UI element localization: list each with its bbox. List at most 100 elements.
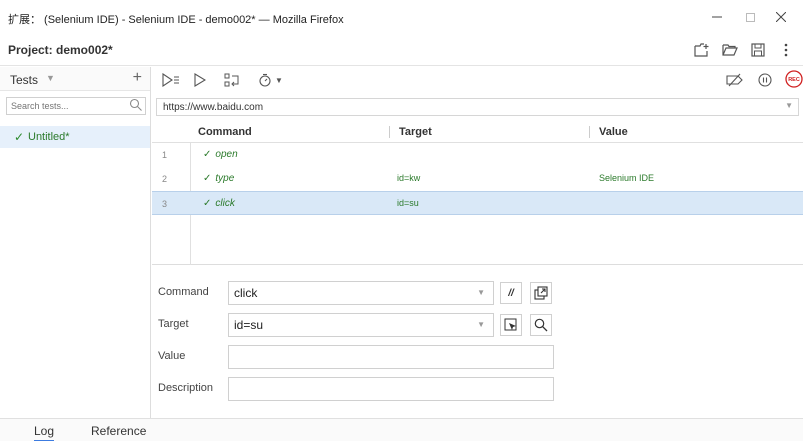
pause-icon bbox=[758, 73, 772, 87]
command-input[interactable] bbox=[229, 282, 469, 304]
row-number: 2 bbox=[162, 174, 168, 184]
find-target-button[interactable] bbox=[530, 314, 552, 336]
tests-dropdown-label[interactable]: Tests bbox=[10, 73, 38, 87]
column-header-target: Target bbox=[399, 126, 432, 138]
command-text: open bbox=[215, 149, 238, 160]
command-dropdown-caret-icon[interactable]: ▼ bbox=[477, 288, 485, 297]
project-title: Project: demo002* bbox=[8, 43, 113, 57]
pause-on-exceptions-button[interactable] bbox=[758, 71, 772, 89]
test-item-label: Untitled* bbox=[28, 131, 70, 143]
close-window-button[interactable] bbox=[766, 6, 796, 28]
kebab-menu-icon bbox=[784, 43, 788, 57]
description-field-box bbox=[228, 377, 554, 401]
table-row-selected[interactable]: 3 ✓ click id=su bbox=[152, 191, 803, 215]
save-project-button[interactable] bbox=[749, 41, 767, 59]
command-text: type bbox=[215, 173, 235, 184]
row-target: id=su bbox=[397, 198, 419, 208]
target-combobox: ▼ bbox=[228, 313, 494, 337]
value-field-box bbox=[228, 345, 554, 369]
row-target: id=kw bbox=[397, 173, 421, 183]
disable-breakpoints-button[interactable] bbox=[726, 71, 744, 89]
record-icon: REC bbox=[785, 70, 803, 88]
test-passed-check-icon: ✓ bbox=[14, 130, 25, 144]
base-url-value: https://www.baidu.com bbox=[163, 102, 264, 113]
maximize-icon bbox=[745, 12, 755, 22]
project-bar: Project: demo002* bbox=[0, 34, 803, 66]
column-header-command: Command bbox=[198, 126, 252, 138]
command-combobox: ▼ bbox=[228, 281, 494, 305]
table-row[interactable]: 2 ✓ type id=kw Selenium IDE bbox=[152, 167, 803, 191]
table-header: Command Target Value bbox=[152, 121, 803, 143]
record-label: REC bbox=[788, 77, 800, 83]
close-icon bbox=[776, 12, 786, 22]
toggle-comment-button[interactable]: // bbox=[500, 282, 522, 304]
project-actions bbox=[693, 41, 795, 59]
column-header-value: Value bbox=[599, 126, 628, 138]
play-icon bbox=[194, 73, 206, 87]
row-value: Selenium IDE bbox=[599, 173, 655, 183]
open-project-button[interactable] bbox=[721, 41, 739, 59]
speed-caret-icon: ▼ bbox=[275, 75, 283, 85]
search-icon bbox=[534, 318, 548, 332]
tests-header: Tests ▼ + bbox=[0, 67, 150, 91]
maximize-button[interactable] bbox=[735, 6, 765, 28]
tab-reference[interactable]: Reference bbox=[91, 424, 146, 438]
row-command: ✓ type bbox=[203, 173, 234, 184]
column-divider[interactable] bbox=[589, 126, 590, 138]
command-check-icon: ✓ bbox=[203, 149, 212, 160]
title-bar: 扩展： (Selenium IDE) - Selenium IDE - demo… bbox=[0, 0, 803, 34]
command-label: Command bbox=[158, 286, 209, 298]
comment-icon: // bbox=[508, 287, 514, 299]
base-url-field[interactable]: https://www.baidu.com ▼ bbox=[156, 98, 799, 116]
new-project-icon bbox=[694, 43, 709, 57]
add-test-button[interactable]: + bbox=[133, 69, 142, 87]
more-options-button[interactable] bbox=[777, 41, 795, 59]
window-title: 扩展： (Selenium IDE) - Selenium IDE - demo… bbox=[8, 14, 344, 26]
command-text: click bbox=[215, 198, 235, 209]
search-tests-input[interactable] bbox=[7, 98, 125, 114]
run-all-icon bbox=[162, 73, 179, 87]
step-icon bbox=[224, 73, 239, 87]
column-divider[interactable] bbox=[389, 126, 390, 138]
step-over-button[interactable] bbox=[224, 71, 240, 89]
description-input[interactable] bbox=[229, 378, 549, 400]
target-dropdown-caret-icon[interactable]: ▼ bbox=[477, 320, 485, 329]
bottom-panel-tabs: Log Reference bbox=[0, 418, 803, 441]
test-toolbar: ▼ REC bbox=[152, 67, 803, 93]
commands-table: Command Target Value 1 ✓ open 2 ✓ type id=… bbox=[152, 121, 803, 265]
command-check-icon: ✓ bbox=[203, 173, 212, 184]
run-current-test-button[interactable] bbox=[194, 71, 206, 89]
save-icon bbox=[751, 43, 765, 57]
new-project-button[interactable] bbox=[693, 41, 711, 59]
row-number: 1 bbox=[162, 150, 168, 160]
row-number: 3 bbox=[162, 199, 168, 209]
target-label: Target bbox=[158, 318, 189, 330]
folder-open-icon bbox=[722, 44, 738, 56]
select-target-button[interactable] bbox=[500, 314, 522, 336]
minimize-icon bbox=[712, 16, 722, 18]
description-label: Description bbox=[158, 382, 214, 394]
open-external-icon bbox=[534, 286, 548, 300]
test-item-untitled[interactable]: ✓ Untitled* bbox=[0, 126, 150, 148]
command-check-icon: ✓ bbox=[203, 198, 212, 209]
target-input[interactable] bbox=[229, 314, 469, 336]
open-reference-button[interactable] bbox=[530, 282, 552, 304]
tests-sidebar: Tests ▼ + ✓ Untitled* bbox=[0, 67, 151, 418]
row-command: ✓ open bbox=[203, 149, 238, 160]
search-tests-box bbox=[6, 97, 146, 115]
breakpoint-off-icon bbox=[726, 73, 743, 87]
test-speed-button[interactable]: ▼ bbox=[258, 71, 283, 89]
minimize-button[interactable] bbox=[702, 6, 732, 28]
tests-dropdown-caret-icon[interactable]: ▼ bbox=[46, 73, 55, 83]
value-input[interactable] bbox=[229, 346, 549, 368]
url-dropdown-caret-icon[interactable]: ▼ bbox=[785, 101, 793, 110]
table-row[interactable]: 1 ✓ open bbox=[152, 143, 803, 167]
record-button[interactable]: REC bbox=[785, 70, 803, 88]
select-target-cursor-icon bbox=[504, 318, 517, 331]
search-icon bbox=[129, 98, 143, 115]
stopwatch-icon bbox=[259, 73, 271, 87]
value-label: Value bbox=[158, 350, 186, 362]
tab-log[interactable]: Log bbox=[34, 424, 55, 441]
run-all-tests-button[interactable] bbox=[162, 71, 180, 89]
row-command: ✓ click bbox=[203, 198, 235, 209]
